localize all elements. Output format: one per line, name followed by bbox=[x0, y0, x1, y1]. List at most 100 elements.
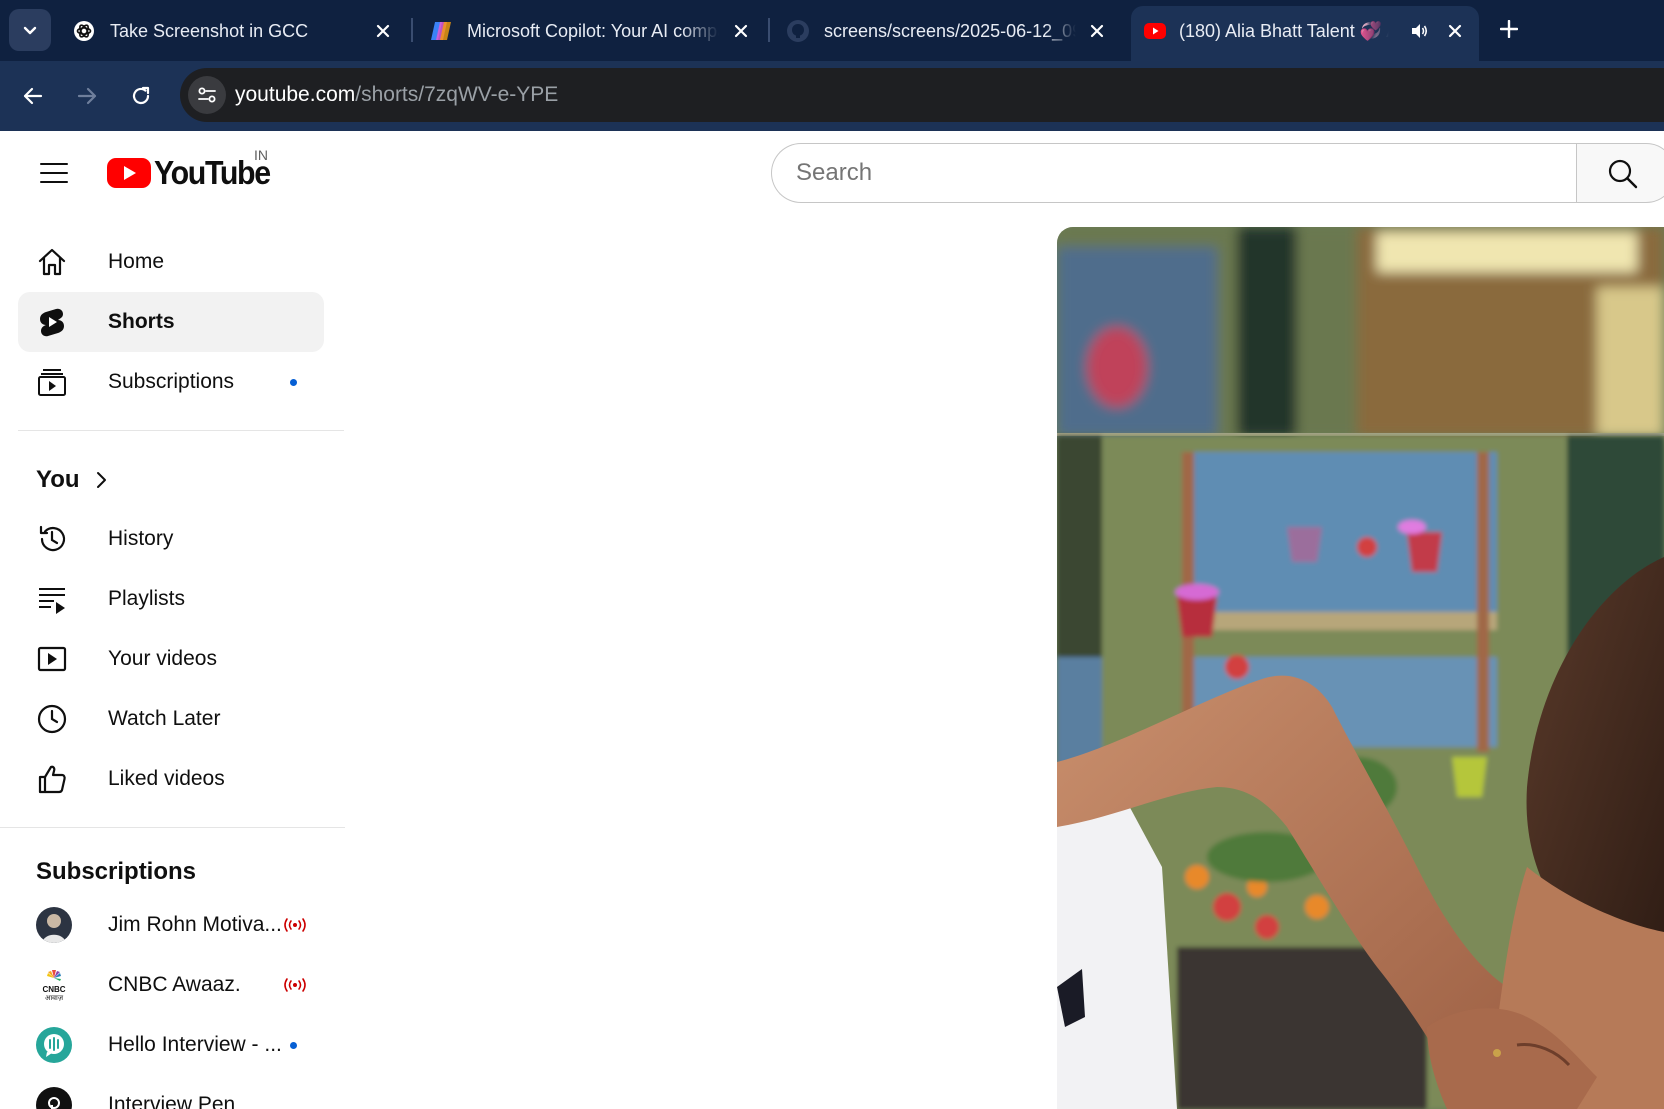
chevron-down-icon bbox=[23, 26, 37, 35]
copilot-icon bbox=[431, 22, 451, 40]
arrow-right-icon bbox=[77, 87, 97, 105]
youtube-icon bbox=[1144, 23, 1166, 39]
address-bar[interactable]: youtube.com/shorts/7zqWV-e-YPE bbox=[180, 68, 1664, 122]
github-icon bbox=[787, 20, 809, 42]
sidebar-item-label: Shorts bbox=[108, 310, 175, 333]
browser-window: Take Screenshot in GCC Microsoft Copilot… bbox=[0, 0, 1664, 1109]
you-section-link[interactable]: You bbox=[18, 458, 128, 502]
sidebar-item-label: Subscriptions bbox=[108, 370, 235, 393]
sidebar-item-label: Your videos bbox=[108, 647, 217, 670]
sidebar-item-watch-later[interactable]: Watch Later bbox=[18, 689, 324, 749]
sidebar-item-your-videos[interactable]: Your videos bbox=[18, 629, 324, 689]
guide-sidebar: Home Shorts Subscriptions You History Pl… bbox=[0, 217, 345, 1109]
tab-title: Take Screenshot in GCC bbox=[110, 21, 309, 41]
tab-separator bbox=[411, 18, 413, 42]
channel-avatar bbox=[36, 907, 72, 943]
live-icon bbox=[284, 918, 306, 932]
new-tab-button[interactable] bbox=[1494, 14, 1524, 44]
live-icon bbox=[284, 978, 306, 992]
close-tab-button[interactable] bbox=[730, 20, 752, 42]
chevron-right-icon bbox=[97, 472, 106, 488]
tab-title: Microsoft Copilot: Your AI companion bbox=[467, 21, 719, 41]
mute-tab-button[interactable] bbox=[1408, 20, 1430, 42]
channel-name: Hello Interview - ... bbox=[108, 1033, 282, 1056]
thumbs-up-icon bbox=[36, 763, 68, 795]
sidebar-item-playlists[interactable]: Playlists bbox=[18, 569, 324, 629]
video-frame bbox=[1057, 227, 1664, 1109]
sidebar-item-history[interactable]: History bbox=[18, 509, 324, 569]
tab-youtube-short[interactable]: (180) Alia Bhatt Talent 💞 Alia bbox=[1131, 6, 1479, 61]
channel-avatar: CNBC आवाज़ bbox=[36, 967, 72, 1003]
tab-separator bbox=[768, 18, 770, 42]
youtube-logo-icon bbox=[107, 158, 151, 188]
plus-icon bbox=[1500, 20, 1518, 38]
new-content-dot bbox=[290, 1042, 297, 1049]
subscription-item-jim-rohn[interactable]: Jim Rohn Motiva... bbox=[18, 895, 324, 955]
tab-copilot[interactable]: Microsoft Copilot: Your AI companion bbox=[429, 6, 755, 61]
your-videos-icon bbox=[36, 643, 68, 675]
url-path: /shorts/7zqWV-e-YPE bbox=[355, 83, 559, 106]
subscription-item-hello-interview[interactable]: Hello Interview - ... bbox=[18, 1015, 324, 1075]
home-icon bbox=[36, 246, 68, 278]
search-input[interactable] bbox=[796, 144, 1556, 202]
close-tab-button[interactable] bbox=[1444, 20, 1466, 42]
sidebar-item-label: Home bbox=[108, 250, 165, 273]
site-info-button[interactable] bbox=[188, 76, 226, 114]
youtube-masthead: YouTube IN bbox=[0, 131, 1664, 217]
sidebar-item-label: Playlists bbox=[108, 587, 186, 610]
toolbar: youtube.com/shorts/7zqWV-e-YPE bbox=[0, 61, 1664, 131]
sidebar-item-label: Liked videos bbox=[108, 767, 225, 790]
close-tab-button[interactable] bbox=[1086, 20, 1108, 42]
forward-button[interactable] bbox=[70, 79, 104, 113]
openai-icon bbox=[74, 21, 94, 41]
close-icon bbox=[1090, 24, 1104, 38]
sidebar-item-shorts[interactable]: Shorts bbox=[18, 292, 324, 352]
subscriptions-section-title: Subscriptions bbox=[36, 858, 197, 885]
youtube-logo[interactable]: YouTube IN bbox=[107, 147, 280, 193]
channel-name: Jim Rohn Motiva... bbox=[108, 913, 282, 936]
svg-text:आवाज़: आवाज़ bbox=[45, 995, 64, 1002]
close-icon bbox=[1448, 24, 1462, 38]
logo-wordmark: YouTube bbox=[154, 154, 271, 191]
svg-text:CNBC: CNBC bbox=[42, 985, 65, 994]
you-section-title: You bbox=[36, 466, 80, 493]
close-icon bbox=[734, 24, 748, 38]
sidebar-item-liked-videos[interactable]: Liked videos bbox=[18, 749, 324, 809]
channel-avatar bbox=[36, 1027, 72, 1063]
url-host: youtube.com bbox=[235, 83, 356, 106]
close-icon bbox=[376, 24, 390, 38]
subscription-item-cnbc-awaaz[interactable]: CNBC आवाज़ CNBC Awaaz. bbox=[18, 955, 324, 1015]
sidebar-divider bbox=[0, 827, 345, 828]
watch-later-icon bbox=[36, 703, 68, 735]
channel-name: CNBC Awaaz. bbox=[108, 973, 241, 996]
close-tab-button[interactable] bbox=[372, 20, 394, 42]
shorts-video-player[interactable] bbox=[1057, 227, 1664, 1109]
hamburger-icon bbox=[40, 163, 68, 183]
channel-name: Interview Pen bbox=[108, 1093, 236, 1109]
reload-icon bbox=[132, 86, 150, 105]
back-button[interactable] bbox=[16, 79, 50, 113]
reload-button[interactable] bbox=[124, 79, 158, 113]
tab-github-screens[interactable]: screens/screens/2025-06-12_09 bbox=[786, 6, 1112, 61]
sidebar-item-subscriptions[interactable]: Subscriptions bbox=[18, 352, 324, 412]
speaker-icon bbox=[1412, 24, 1428, 38]
sidebar-item-home[interactable]: Home bbox=[18, 232, 324, 292]
search-button[interactable] bbox=[1576, 143, 1664, 203]
tab-title: screens/screens/2025-06-12_09 bbox=[824, 21, 1076, 41]
new-content-dot bbox=[290, 379, 297, 386]
url-text: youtube.com/shorts/7zqWV-e-YPE bbox=[235, 68, 558, 122]
tab-search-button[interactable] bbox=[9, 9, 51, 51]
sidebar-item-label: History bbox=[108, 527, 174, 550]
arrow-left-icon bbox=[23, 87, 43, 105]
history-icon bbox=[36, 523, 68, 555]
tab-take-screenshot[interactable]: Take Screenshot in GCC bbox=[72, 6, 398, 61]
subscriptions-icon bbox=[36, 366, 68, 398]
sidebar-divider bbox=[18, 430, 344, 431]
guide-menu-button[interactable] bbox=[34, 153, 74, 193]
country-code: IN bbox=[254, 147, 268, 163]
search-icon bbox=[1608, 159, 1638, 189]
subscription-item-interview-pen[interactable]: Interview Pen bbox=[18, 1075, 324, 1109]
tab-strip: Take Screenshot in GCC Microsoft Copilot… bbox=[0, 0, 1664, 61]
playlists-icon bbox=[36, 583, 68, 615]
shorts-icon bbox=[36, 306, 68, 338]
